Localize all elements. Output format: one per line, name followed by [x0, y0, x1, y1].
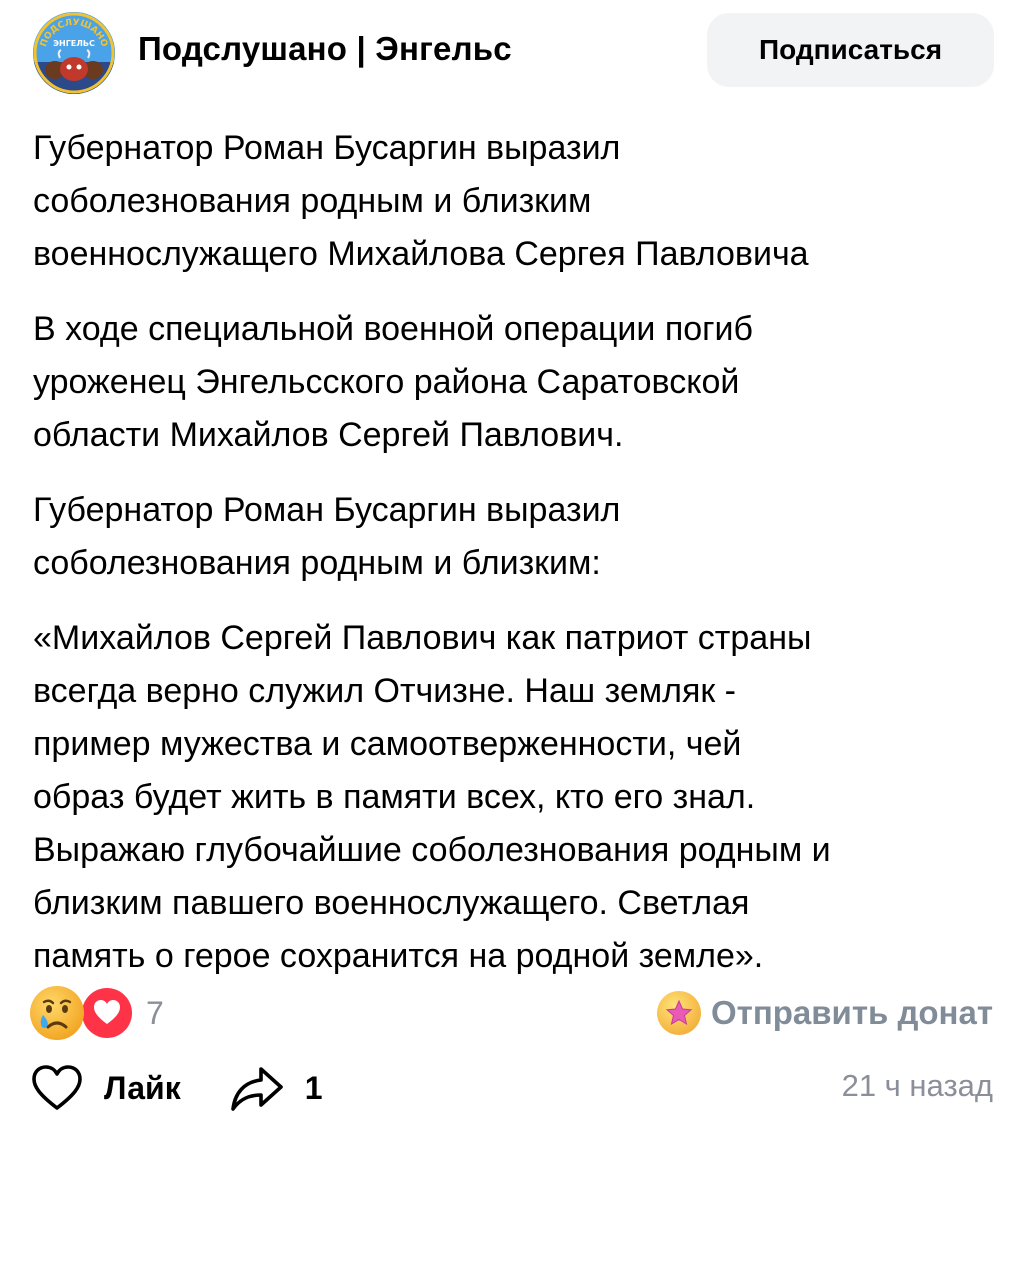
send-donation-button[interactable]: Отправить донат [656, 988, 993, 1038]
heart-outline-icon [32, 1065, 82, 1110]
heart-reaction-icon [80, 986, 134, 1040]
reactions-count: 7 [146, 994, 164, 1031]
reactions-summary[interactable]: 7 [30, 985, 164, 1041]
like-button[interactable]: Лайк [30, 1064, 181, 1112]
group-name[interactable]: Подслушано | Энгельс [138, 30, 512, 68]
like-label: Лайк [104, 1069, 181, 1106]
subscribe-button[interactable]: Подписаться [707, 13, 994, 87]
post-paragraph: «Михайлов Сергей Павлович как патриот ст… [33, 619, 831, 975]
group-avatar[interactable]: ПОДСЛУШАНО ЭНГЕЛЬС [33, 12, 115, 94]
post-text: Губернатор Роман Бусаргин выразил соболе… [33, 122, 1003, 1005]
share-arrow-icon [230, 1067, 283, 1111]
avatar-text-bottom: ЭНГЕЛЬС [53, 39, 95, 48]
post-paragraph: Губернатор Роман Бусаргин выразил соболе… [33, 129, 809, 273]
share-button[interactable]: 1 [229, 1063, 323, 1113]
share-count: 1 [304, 1069, 323, 1106]
crying-face-icon [30, 986, 84, 1040]
post-paragraph: Губернатор Роман Бусаргин выразил соболе… [33, 491, 621, 582]
post-paragraph: В ходе специальной военной операции поги… [33, 310, 754, 454]
donate-label: Отправить донат [710, 994, 993, 1031]
post-header: ПОДСЛУШАНО ЭНГЕЛЬС Подслушано | Энгельс … [0, 0, 1025, 100]
post-actions: Лайк 1 [30, 1058, 323, 1118]
post-timestamp: 21 ч назад [841, 1068, 993, 1103]
star-icon [656, 991, 701, 1035]
